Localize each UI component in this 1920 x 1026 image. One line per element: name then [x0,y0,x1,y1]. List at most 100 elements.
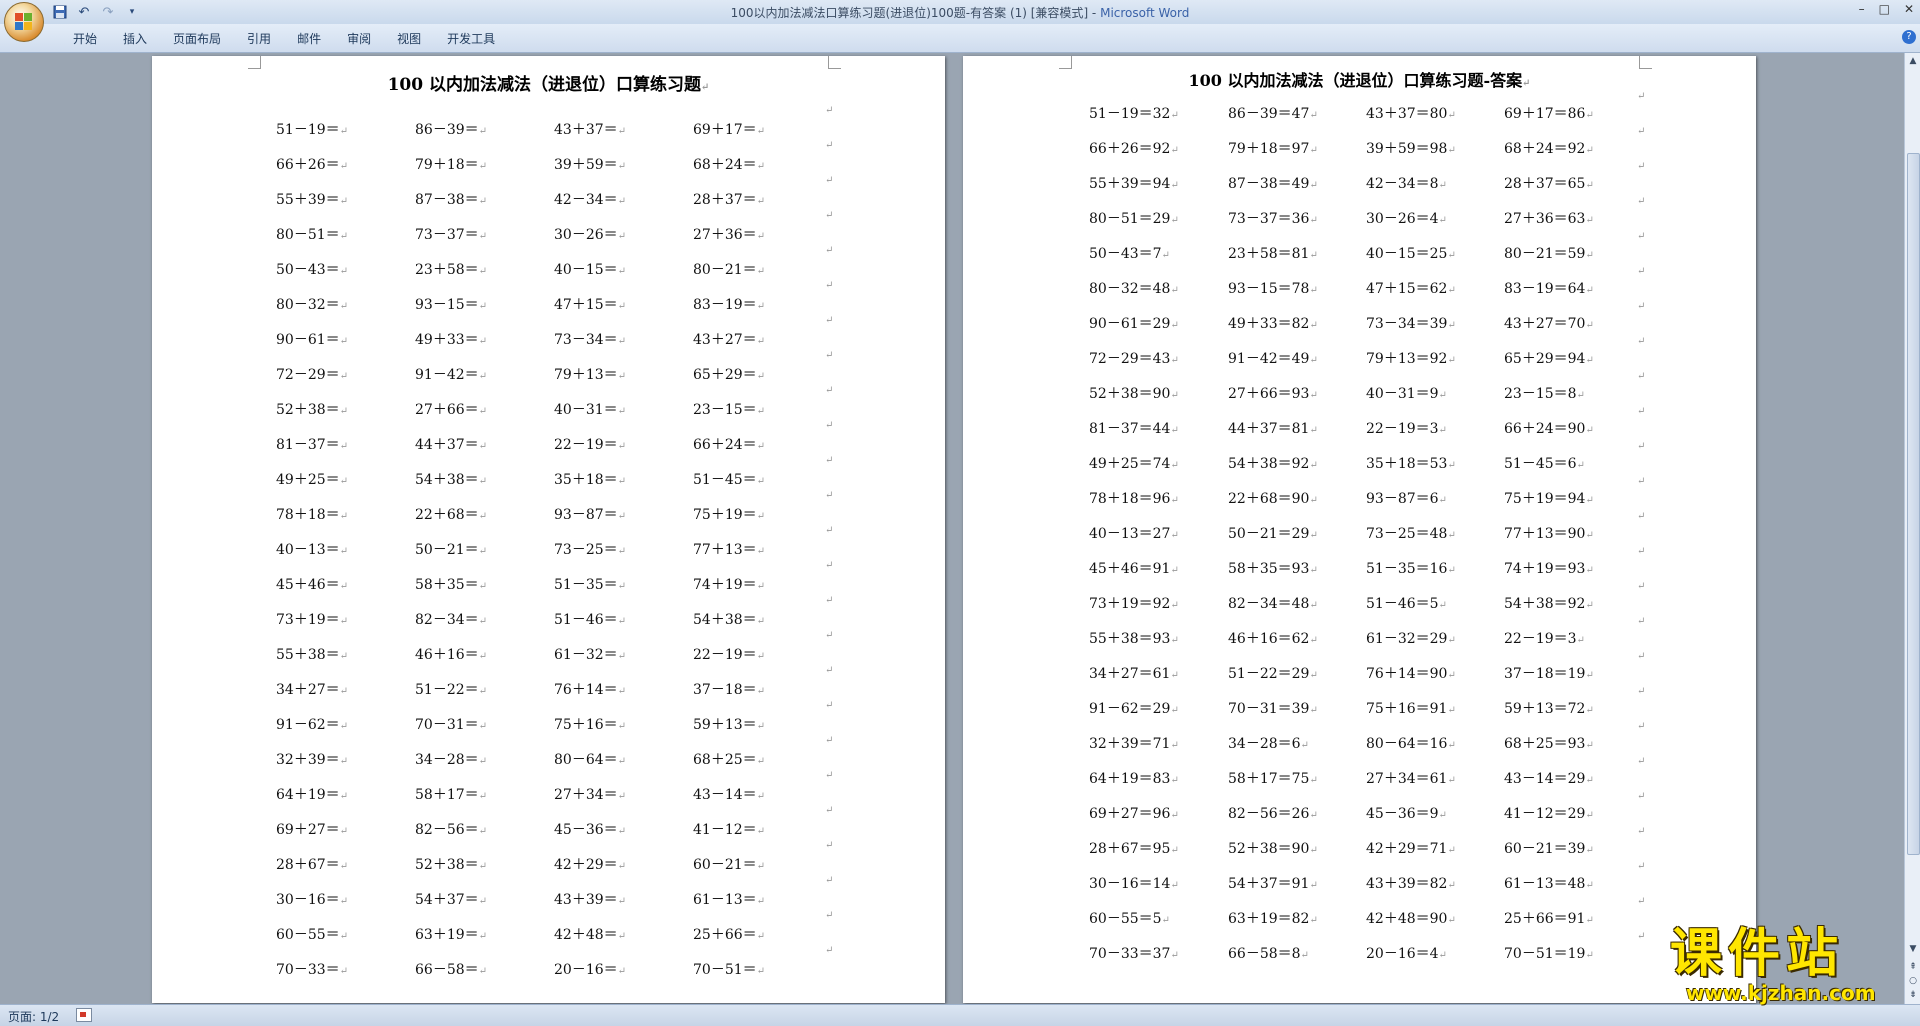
tab-view[interactable]: 视图 [384,30,434,47]
scroll-thumb[interactable] [1907,153,1920,855]
equation-cell: 43－14＝↵ [693,784,765,804]
maximize-button[interactable]: □ [1879,2,1890,16]
margin-corner [828,56,841,69]
paragraph-mark: ↵ [1585,950,1594,961]
paragraph-mark: ↵ [1309,530,1318,541]
ribbon-tabs: 开始 插入 页面布局 引用 邮件 审阅 视图 开发工具 [60,30,508,47]
equation-cell: 81－37＝↵ [276,434,348,454]
paragraph-mark: ↵ [617,721,627,732]
next-page-icon[interactable]: ⇟ [1907,989,1919,1001]
tab-insert[interactable]: 插入 [110,30,160,47]
paragraph-mark: ↵ [339,196,349,207]
equation-text: 80－64＝ [554,752,618,768]
margin-corner [248,56,261,69]
paragraph-mark: ↵ [339,266,349,277]
table-row: 45＋46＝↵ 58＋35＝↵ 51－35＝↵ 74＋19＝↵ ↵ [152,560,945,594]
equation-cell: 60－21＝39↵ [1504,838,1594,858]
equation-text: 80－32＝48 [1089,281,1171,297]
paragraph-mark: ↵ [1585,355,1594,366]
scroll-down-icon[interactable]: ▼ [1907,943,1919,955]
paragraph-mark: ↵ [1170,775,1179,786]
equation-cell: 30－16＝↵ [276,889,348,909]
row-end-mark: ↵ [825,105,834,116]
document-page-1[interactable]: 100 以内加法减法（进退位）口算练习题↵ 51－19＝↵ 86－39＝↵ 43＋3… [152,56,945,1003]
table-row: 80－32＝↵ 93－15＝↵ 47＋15＝↵ 83－19＝↵ ↵ [152,280,945,314]
equation-text: 90－61＝ [276,332,340,348]
paragraph-mark: ↵ [756,546,766,557]
equation-cell: 80－32＝48↵ [1089,278,1179,298]
table-row: 90－61＝29↵ 49＋33＝82↵ 73－34＝39↵ 43＋27＝70↵ ↵ [963,301,1756,333]
minimize-button[interactable]: – [1859,2,1865,16]
equation-text: 80－21＝59 [1504,246,1586,262]
table-row: 81－37＝↵ 44＋37＝↵ 22－19＝↵ 66＋24＝↵ ↵ [152,420,945,454]
equation-cell: 69＋27＝96↵ [1089,803,1179,823]
equation-text: 64＋19＝83 [1089,771,1171,787]
table-row: 55＋38＝↵ 46＋16＝↵ 61－32＝↵ 22－19＝↵ ↵ [152,630,945,664]
help-icon[interactable]: ? [1902,30,1916,44]
paragraph-mark: ↵ [339,161,349,172]
document-page-2[interactable]: 100 以内加法减法（进退位）口算练习题-答案↵ 51－19＝32↵ 86－39＝… [963,56,1756,1003]
equation-text: 42－34＝ [554,192,618,208]
paragraph-mark: ↵ [339,826,349,837]
equation-cell: 61－13＝48↵ [1504,873,1594,893]
window-controls: – □ ✕ [1859,2,1914,16]
tab-references[interactable]: 引用 [234,30,284,47]
equation-text: 22＋68＝90 [1228,491,1310,507]
table-row: 80－32＝48↵ 93－15＝78↵ 47＋15＝62↵ 83－19＝64↵ ↵ [963,266,1756,298]
equation-cell: 54＋37＝↵ [415,889,487,909]
equation-cell: 91－42＝49↵ [1228,348,1318,368]
table-row: 28＋67＝↵ 52＋38＝↵ 42＋29＝↵ 60－21＝↵ ↵ [152,840,945,874]
equation-text: 22－19＝ [693,647,757,663]
tab-mailings[interactable]: 邮件 [284,30,334,47]
paragraph-mark: ↵ [1309,880,1318,891]
equation-cell: 50－21＝↵ [415,539,487,559]
equation-cell: 54＋38＝↵ [415,469,487,489]
row-end-mark: ↵ [825,280,834,291]
paragraph-mark: ↵ [1309,775,1318,786]
vertical-scrollbar[interactable]: ▲ ▼ ⇞ ○ ⇟ [1904,53,1920,1004]
tab-developer[interactable]: 开发工具 [434,30,508,47]
row-end-mark: ↵ [1637,931,1646,942]
macro-record-icon[interactable] [76,1008,92,1022]
close-button[interactable]: ✕ [1904,2,1914,16]
paragraph-mark: ↵ [1170,215,1179,226]
scroll-up-icon[interactable]: ▲ [1907,55,1919,67]
table-row: 40－13＝27↵ 50－21＝29↵ 73－25＝48↵ 77＋13＝90↵ ↵ [963,511,1756,543]
equation-text: 73－25＝48 [1366,526,1448,542]
page-indicator[interactable]: 页面: 1/2 [8,1008,59,1025]
tab-page-layout[interactable]: 页面布局 [160,30,234,47]
equation-text: 23－15＝8 [1504,386,1577,402]
paragraph-mark: ↵ [617,581,627,592]
equation-text: 69＋27＝ [276,822,340,838]
equation-text: 83－19＝ [693,297,757,313]
equation-text: 22－19＝3 [1504,631,1577,647]
paragraph-mark: ↵ [478,266,488,277]
paragraph-mark: ↵ [701,82,710,93]
equation-cell: 73－25＝↵ [554,539,626,559]
equation-cell: 44＋37＝↵ [415,434,487,454]
equation-text: 34＋27＝61 [1089,666,1171,682]
previous-page-icon[interactable]: ⇞ [1907,961,1919,973]
paragraph-mark: ↵ [756,896,766,907]
select-browse-object-icon[interactable]: ○ [1907,975,1919,987]
equation-text: 68＋25＝ [693,752,757,768]
equation-text: 22－19＝3 [1366,421,1439,437]
row-end-mark: ↵ [1637,861,1646,872]
tab-review[interactable]: 审阅 [334,30,384,47]
table-row: 64＋19＝83↵ 58＋17＝75↵ 27＋34＝61↵ 43－14＝29↵ ↵ [963,756,1756,788]
equation-text: 49＋33＝82 [1228,316,1310,332]
paragraph-mark: ↵ [1438,390,1447,401]
equation-cell: 58＋35＝↵ [415,574,487,594]
equation-text: 45－36＝9 [1366,806,1439,822]
paragraph-mark: ↵ [1585,110,1594,121]
equation-text: 49＋25＝74 [1089,456,1171,472]
paragraph-mark: ↵ [756,231,766,242]
equation-text: 74＋19＝93 [1504,561,1586,577]
office-button[interactable] [4,2,44,42]
paragraph-mark: ↵ [1447,145,1456,156]
tab-home[interactable]: 开始 [60,30,110,47]
row-end-mark: ↵ [825,700,834,711]
equation-cell: 23＋58＝↵ [415,259,487,279]
equation-cell: 70－51＝↵ [693,959,765,979]
equation-text: 43－14＝ [693,787,757,803]
